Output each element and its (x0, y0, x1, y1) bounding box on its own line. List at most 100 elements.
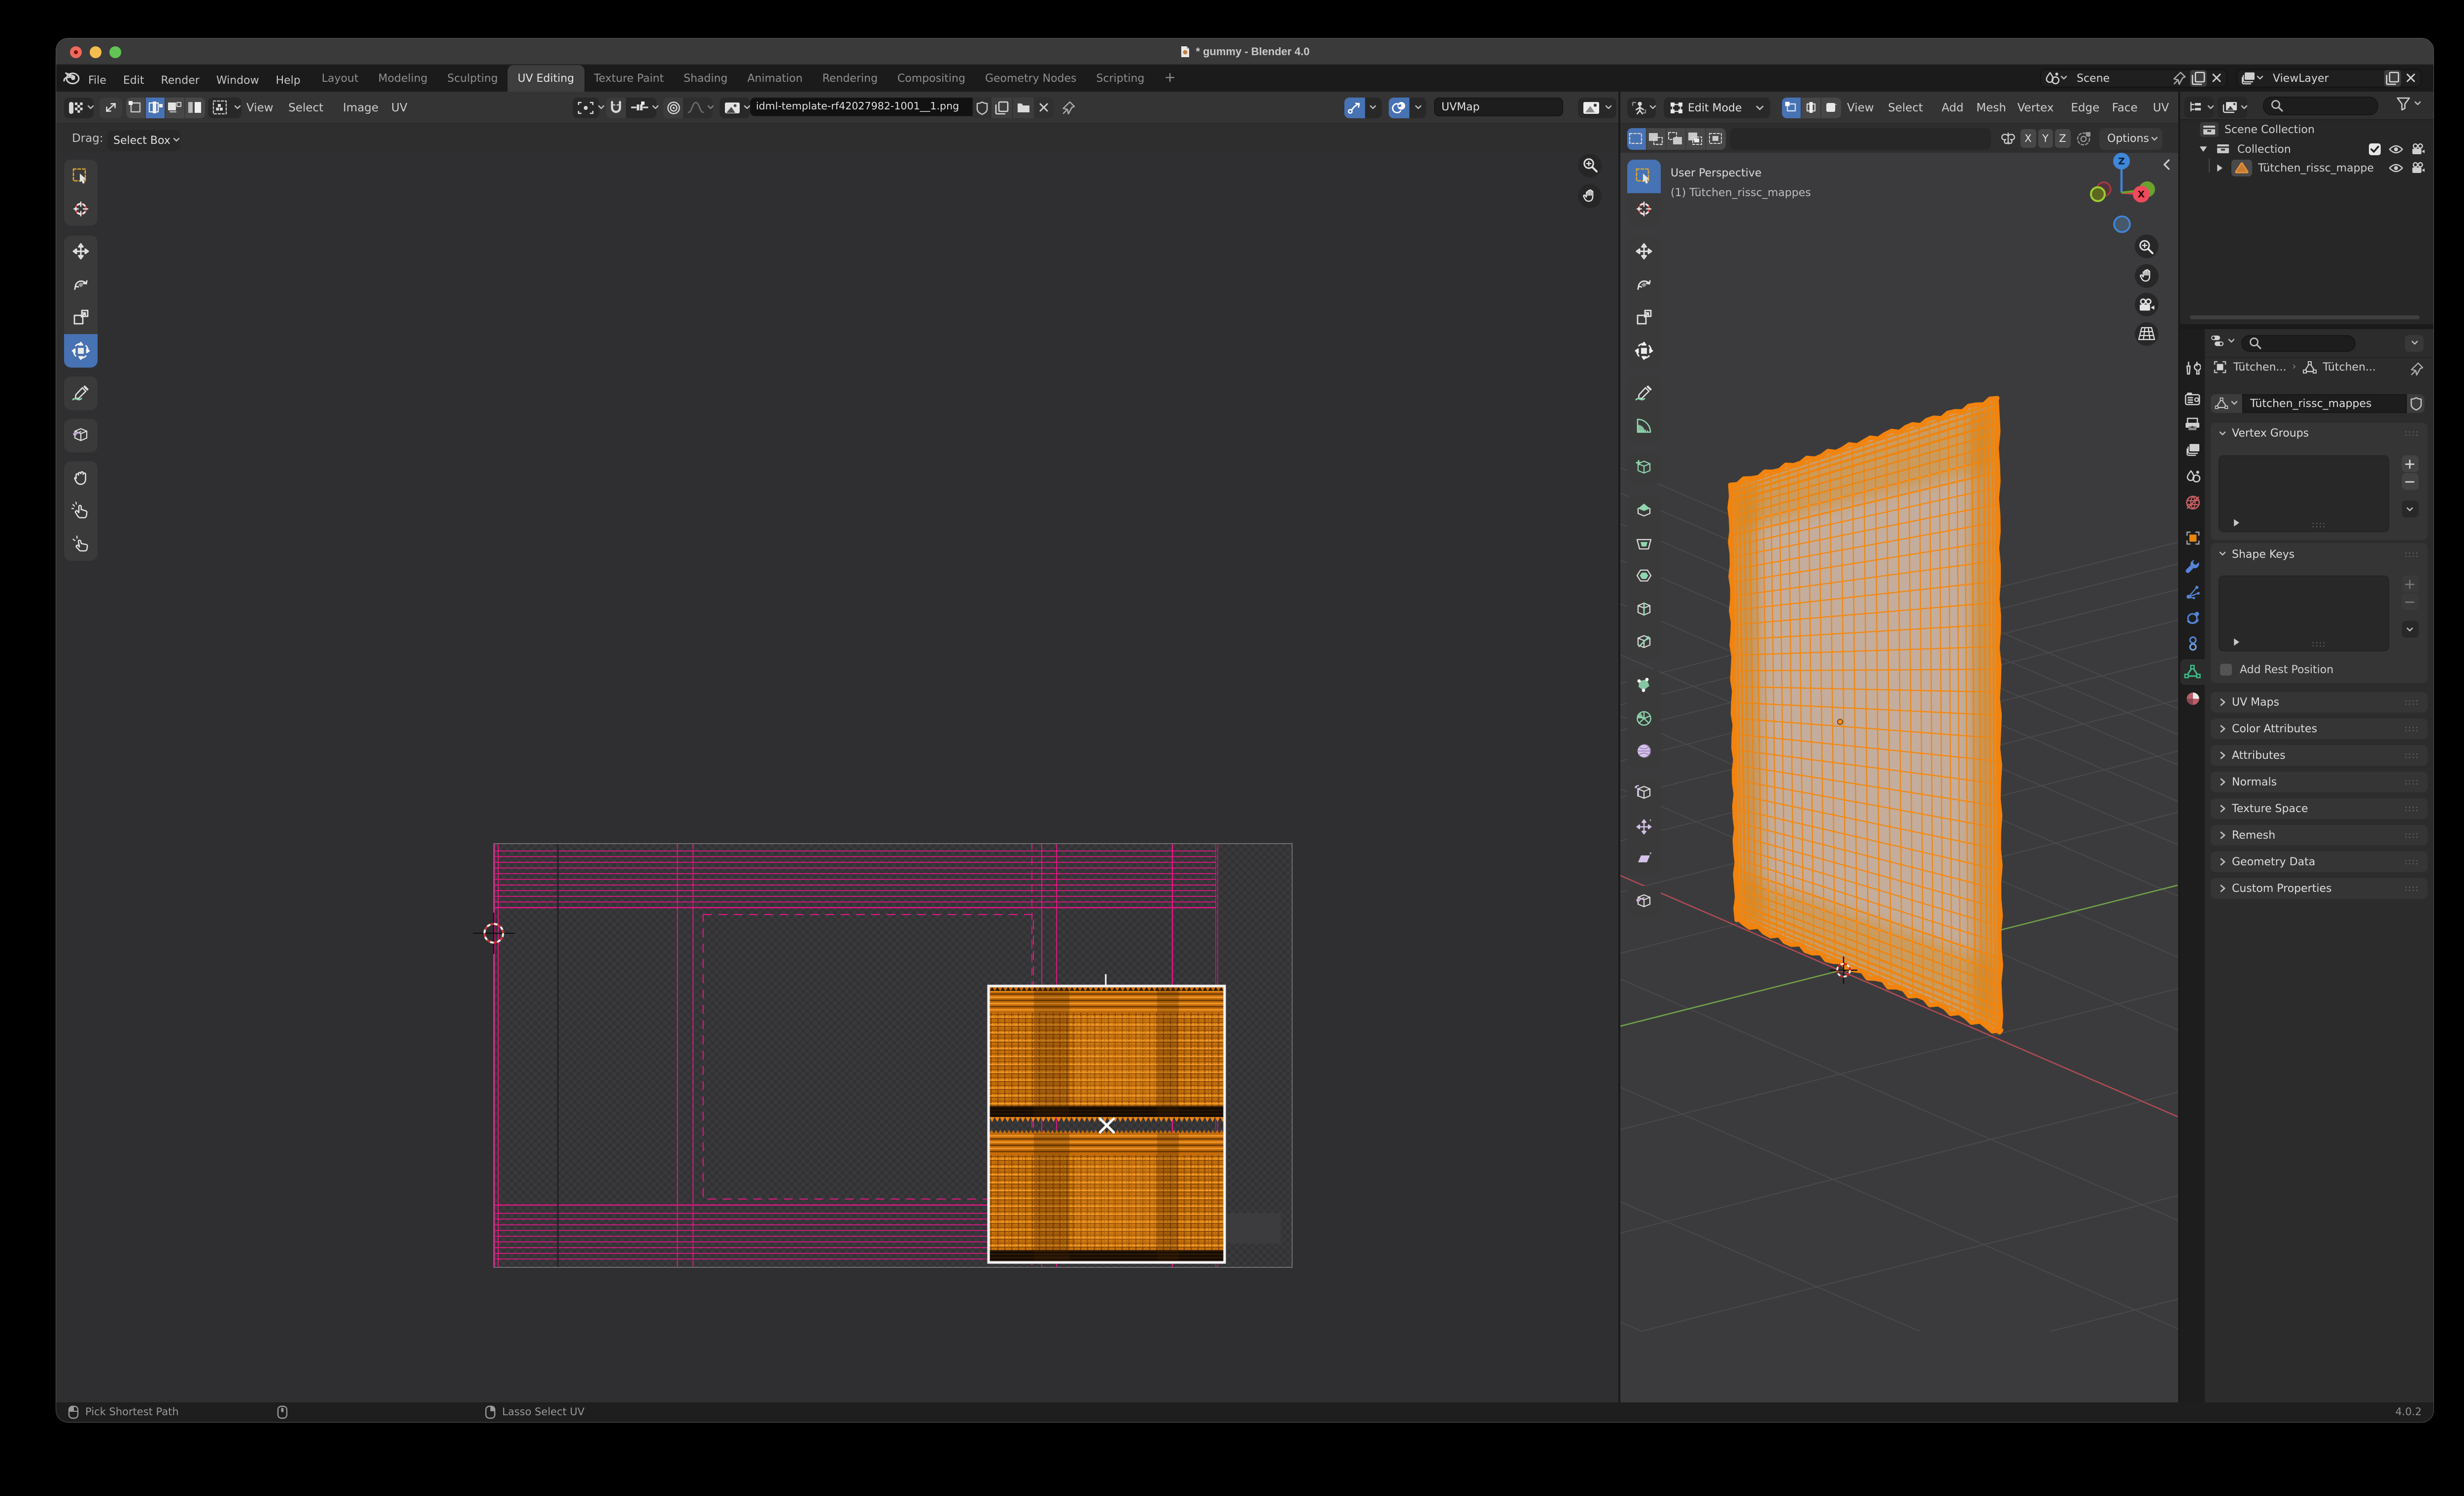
outliner-display-mode[interactable] (2184, 97, 2214, 118)
disclosure-right-icon[interactable] (2216, 164, 2224, 173)
disclosure-right-icon[interactable] (2232, 637, 2240, 646)
outliner-properties-divider[interactable] (2180, 324, 2433, 329)
mesh-name-field[interactable]: Tütchen_rissc_mappes (2242, 394, 2407, 412)
smooth-tool[interactable] (1627, 735, 1660, 768)
measure-tool[interactable] (1627, 409, 1660, 442)
poly-build-tool[interactable] (1627, 669, 1660, 702)
uv-image-name-field[interactable]: idml-template-rf42027982-1001__1.png (750, 97, 973, 116)
outliner-scrollbar[interactable] (2190, 315, 2420, 319)
viewport-menu-select[interactable]: Select (1888, 91, 1923, 124)
tweak-tool[interactable] (64, 160, 97, 193)
panel-grip[interactable]: :::: (2404, 884, 2419, 893)
viewport-menu-uv[interactable]: UV (2153, 91, 2169, 124)
disclosure-down-icon[interactable] (2199, 145, 2208, 153)
outliner-filter-button[interactable] (2396, 97, 2422, 110)
uv-snap-toggle[interactable] (606, 97, 626, 118)
properties-tab-scene[interactable] (2180, 464, 2205, 489)
panel-grip[interactable]: :::: (2404, 804, 2419, 813)
uv-display-stretch-menu[interactable] (1365, 97, 1381, 118)
panel-grip[interactable]: :::: (2404, 724, 2419, 733)
add-shape-key-button[interactable] (2401, 576, 2418, 592)
scene-selector[interactable]: Scene (2040, 68, 2227, 88)
uv-editor-type-button[interactable] (64, 97, 94, 118)
vertex-group-specials-button[interactable] (2401, 501, 2418, 517)
properties-tab-modifiers[interactable] (2180, 552, 2205, 578)
tab-texture-paint[interactable]: Texture Paint (584, 65, 674, 91)
cursor-tool[interactable] (64, 193, 97, 226)
outliner-row-collection[interactable]: Collection (2180, 139, 2433, 159)
properties-tab-data[interactable] (2180, 659, 2205, 684)
selectability-checkbox[interactable] (2368, 143, 2381, 156)
spin-tool[interactable] (1627, 702, 1660, 735)
uv-menu-view[interactable]: View (246, 91, 274, 124)
panel-attributes[interactable]: Attributes:::: (2210, 745, 2427, 765)
scale-tool[interactable] (64, 301, 97, 334)
transform-tool[interactable] (64, 334, 97, 367)
disclosure-right-icon[interactable] (2232, 518, 2240, 527)
uv-display-channels-button[interactable] (1577, 97, 1616, 118)
pinch-tool[interactable] (64, 527, 97, 560)
new-scene-button[interactable] (2190, 69, 2207, 87)
add-workspace-button[interactable]: + (1154, 65, 1185, 91)
uv-menu-image[interactable]: Image (343, 91, 378, 124)
uv-pivot-button[interactable] (572, 97, 604, 118)
uv-overlay-toggle[interactable] (1389, 97, 1409, 118)
menu-window[interactable]: Window (208, 74, 268, 87)
panel-grip[interactable]: :::: (2404, 857, 2419, 866)
panel-color-attributes[interactable]: Color Attributes:::: (2210, 718, 2427, 739)
panel-grip[interactable]: :::: (2404, 429, 2419, 438)
vertex-groups-list[interactable]: :::: (2218, 455, 2389, 532)
viewport-pan-button[interactable] (2134, 264, 2158, 287)
grab-tool[interactable] (64, 461, 97, 494)
uv-select-face[interactable] (166, 97, 185, 118)
uv-display-stretch-toggle[interactable] (1344, 97, 1365, 118)
tweak-tool[interactable] (1627, 160, 1660, 193)
uv-snap-menu[interactable] (626, 97, 659, 118)
tab-shading[interactable]: Shading (674, 65, 737, 91)
move-tool[interactable] (1627, 235, 1660, 268)
menu-file[interactable]: File (80, 74, 115, 87)
rotate-tool[interactable] (64, 268, 97, 301)
randomize-tool[interactable] (1627, 810, 1660, 843)
viewport-camera-view-button[interactable] (2134, 293, 2158, 316)
uv-proportional-falloff[interactable] (683, 97, 714, 118)
viewlayer-name[interactable]: ViewLayer (2267, 72, 2335, 85)
panel-custom-properties[interactable]: Custom Properties:::: (2210, 878, 2427, 898)
rip-region-tool[interactable] (64, 419, 97, 452)
tab-layout[interactable]: Layout (312, 65, 369, 91)
remove-vertex-group-button[interactable] (2401, 473, 2418, 490)
select-box-intersect[interactable] (1706, 128, 1725, 149)
tab-sculpting[interactable]: Sculpting (438, 65, 508, 91)
scale-tool[interactable] (1627, 301, 1660, 334)
viewport-ortho-toggle-button[interactable] (2134, 322, 2158, 345)
tab-uv-editing[interactable]: UV Editing (508, 65, 584, 91)
properties-tab-particles[interactable] (2180, 579, 2205, 605)
menu-render[interactable]: Render (152, 74, 207, 87)
properties-tab-physics[interactable] (2180, 605, 2205, 631)
scene-name[interactable]: Scene (2071, 72, 2116, 85)
blender-logo-icon[interactable] (63, 71, 80, 85)
options-dropdown[interactable]: Options (2099, 128, 2162, 149)
panel-grip[interactable]: :::: (2404, 778, 2419, 786)
tab-modeling[interactable]: Modeling (369, 65, 438, 91)
select-mode-vertex[interactable] (1781, 97, 1801, 118)
mirror-z-button[interactable]: Z (2055, 129, 2070, 148)
uv-menu-select[interactable]: Select (288, 91, 323, 124)
uv-image-browse-button[interactable] (719, 97, 750, 118)
viewport-canvas[interactable]: X Z User Perspective (1) Tütchen_rissc_mapp… (1620, 153, 2178, 1402)
properties-tab-view-layer[interactable] (2180, 437, 2205, 462)
properties-tab-material[interactable] (2180, 686, 2205, 712)
new-image-button[interactable] (992, 97, 1012, 118)
pin-icon[interactable] (2172, 71, 2186, 86)
move-tool[interactable] (64, 235, 97, 268)
viewlayer-selector[interactable]: ViewLayer (2236, 68, 2422, 88)
uv-sync-flip-button[interactable] (100, 97, 122, 118)
tab-compositing[interactable]: Compositing (888, 65, 975, 91)
annotate-tool[interactable] (64, 376, 97, 409)
panel-header-shape-keys[interactable]: Shape Keys:::: (2210, 543, 2427, 565)
uv-proportional-toggle[interactable] (663, 97, 683, 118)
breadcrumb-object[interactable]: Tütchen... (2233, 360, 2287, 373)
uv-pan-button[interactable] (1578, 184, 1602, 207)
uv-overlay-menu[interactable] (1409, 97, 1426, 118)
uv-canvas[interactable] (56, 153, 1618, 1402)
